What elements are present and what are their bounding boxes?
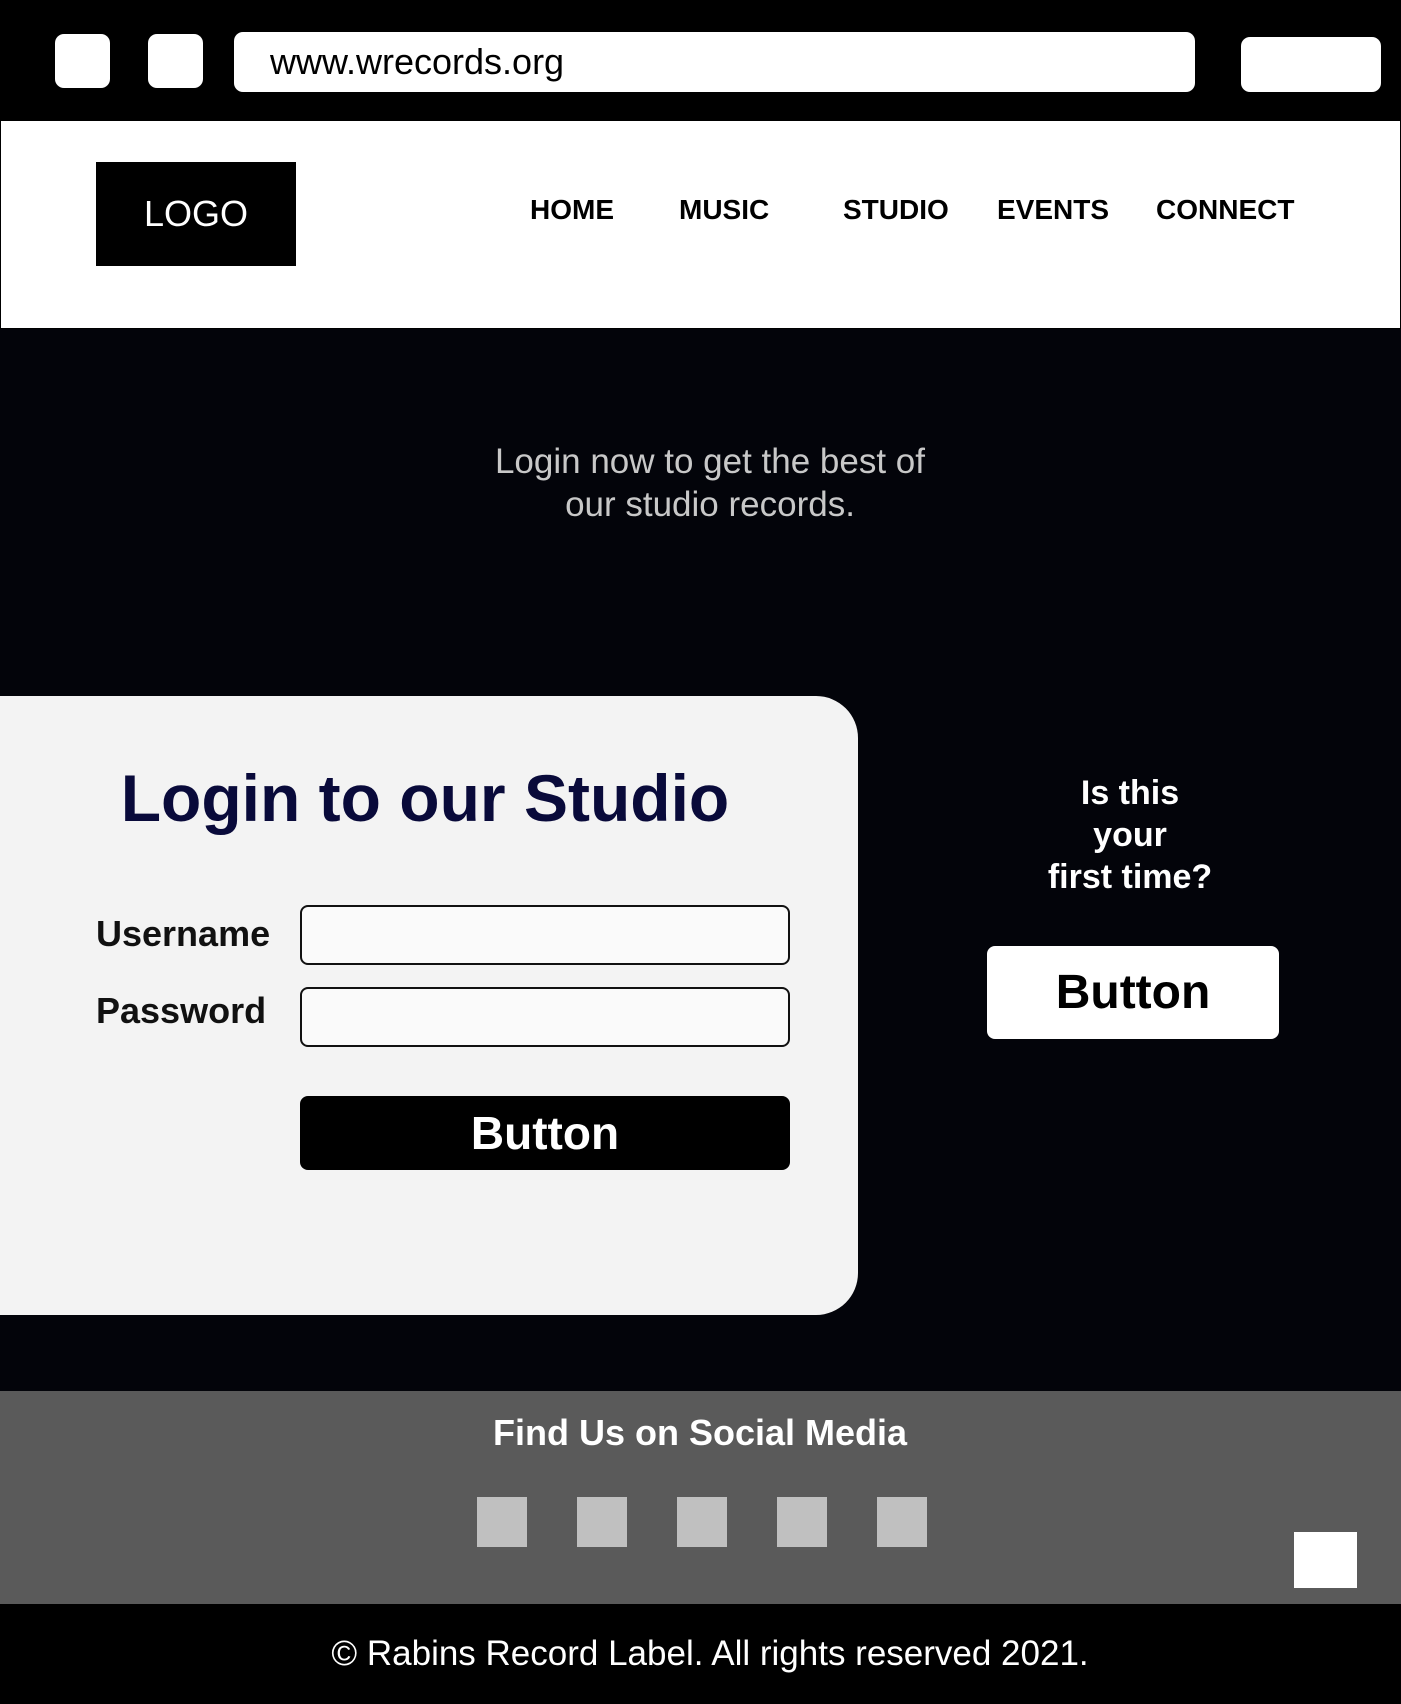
password-label: Password: [96, 990, 267, 1031]
hero-tagline-line-1: Login now to get the best of: [494, 442, 926, 481]
username-label: Username: [96, 913, 271, 954]
nav-home[interactable]: HOME: [530, 190, 614, 230]
social-icon-5[interactable]: [877, 1497, 927, 1547]
first-time-prompt: Is this your first time?: [1000, 772, 1260, 898]
nav-connect[interactable]: CONNECT: [1156, 190, 1294, 230]
nav-studio[interactable]: STUDIO: [843, 190, 949, 230]
password-input[interactable]: [300, 987, 790, 1047]
back-to-top-button[interactable]: [1294, 1532, 1357, 1588]
copyright-text: © Rabins Record Label. All rights reserv…: [331, 1634, 1089, 1673]
site-logo[interactable]: LOGO: [96, 162, 296, 266]
hero-tagline: Login now to get the best of our studio …: [350, 440, 1070, 526]
first-time-line-3: first time?: [1047, 858, 1213, 896]
browser-menu-button[interactable]: [1241, 37, 1381, 92]
social-title: Find Us on Social Media: [492, 1412, 908, 1453]
back-button[interactable]: [55, 34, 110, 88]
signup-button[interactable]: Button: [987, 946, 1279, 1039]
nav-music[interactable]: MUSIC: [679, 190, 769, 230]
social-icon-1[interactable]: [477, 1497, 527, 1547]
username-input[interactable]: [300, 905, 790, 965]
login-title: Login to our Studio: [120, 761, 730, 835]
forward-button[interactable]: [148, 34, 203, 88]
first-time-line-1: Is this: [1080, 774, 1180, 812]
social-icon-4[interactable]: [777, 1497, 827, 1547]
social-icon-3[interactable]: [677, 1497, 727, 1547]
address-bar[interactable]: www.wrecords.org: [234, 32, 1195, 92]
hero-tagline-line-2: our studio records.: [565, 485, 855, 524]
nav-events[interactable]: EVENTS: [997, 190, 1109, 230]
social-icon-2[interactable]: [577, 1497, 627, 1547]
login-button[interactable]: Button: [300, 1096, 790, 1170]
first-time-line-2: your: [1093, 816, 1167, 854]
